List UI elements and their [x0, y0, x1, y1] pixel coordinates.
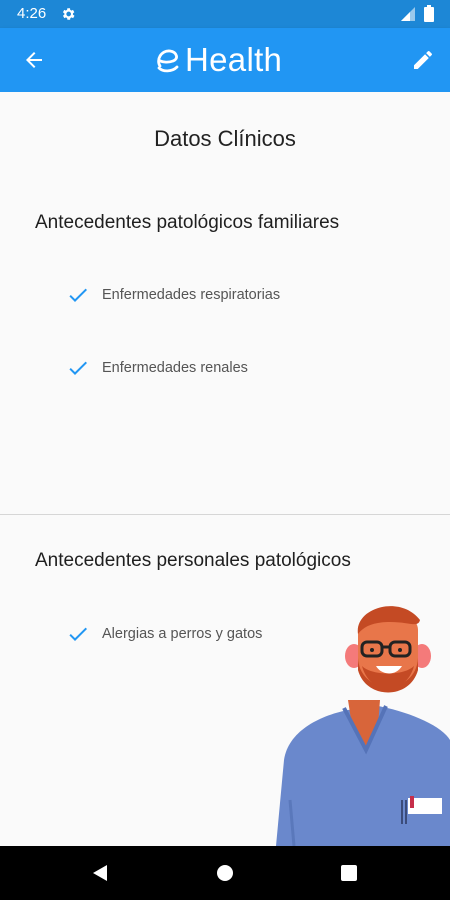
status-bar: 4:26 [0, 0, 450, 28]
signal-icon [401, 7, 415, 21]
section-title-family-history: Antecedentes patológicos familiares [35, 212, 340, 233]
status-time: 4:26 [17, 5, 47, 22]
battery-icon [424, 5, 434, 22]
system-nav-bar [0, 846, 450, 900]
list-item-label: Enfermedades respiratorias [102, 287, 281, 303]
logo-text: Health [185, 41, 283, 78]
logo-e-icon [157, 49, 179, 73]
app-bar: Health [0, 28, 450, 92]
list-item-label: Alergias a perros y gatos [102, 626, 263, 642]
nav-home-icon[interactable] [215, 863, 235, 883]
edit-button[interactable] [405, 42, 441, 78]
back-button[interactable] [16, 42, 52, 78]
list-item: Alergias a perros y gatos [66, 622, 262, 646]
list-item-label: Enfermedades renales [102, 360, 248, 376]
app-logo: Health [153, 42, 282, 78]
page-title: Datos Clínicos [154, 126, 296, 151]
arrow-back-icon [26, 52, 42, 68]
nav-back-icon[interactable] [90, 863, 110, 883]
content-area: Datos Clínicos Antecedentes patológicos … [0, 92, 450, 846]
doctor-illustration [276, 606, 450, 846]
section-divider [0, 514, 450, 515]
list-item: Enfermedades renales [66, 356, 248, 380]
pencil-icon [414, 50, 433, 69]
check-icon [69, 288, 87, 302]
gear-icon [62, 8, 75, 20]
section-title-personal-history: Antecedentes personales patológicos [35, 550, 351, 571]
check-icon [69, 361, 87, 375]
check-icon [69, 627, 87, 641]
nav-recents-icon[interactable] [340, 864, 358, 882]
list-item: Enfermedades respiratorias [66, 283, 280, 307]
